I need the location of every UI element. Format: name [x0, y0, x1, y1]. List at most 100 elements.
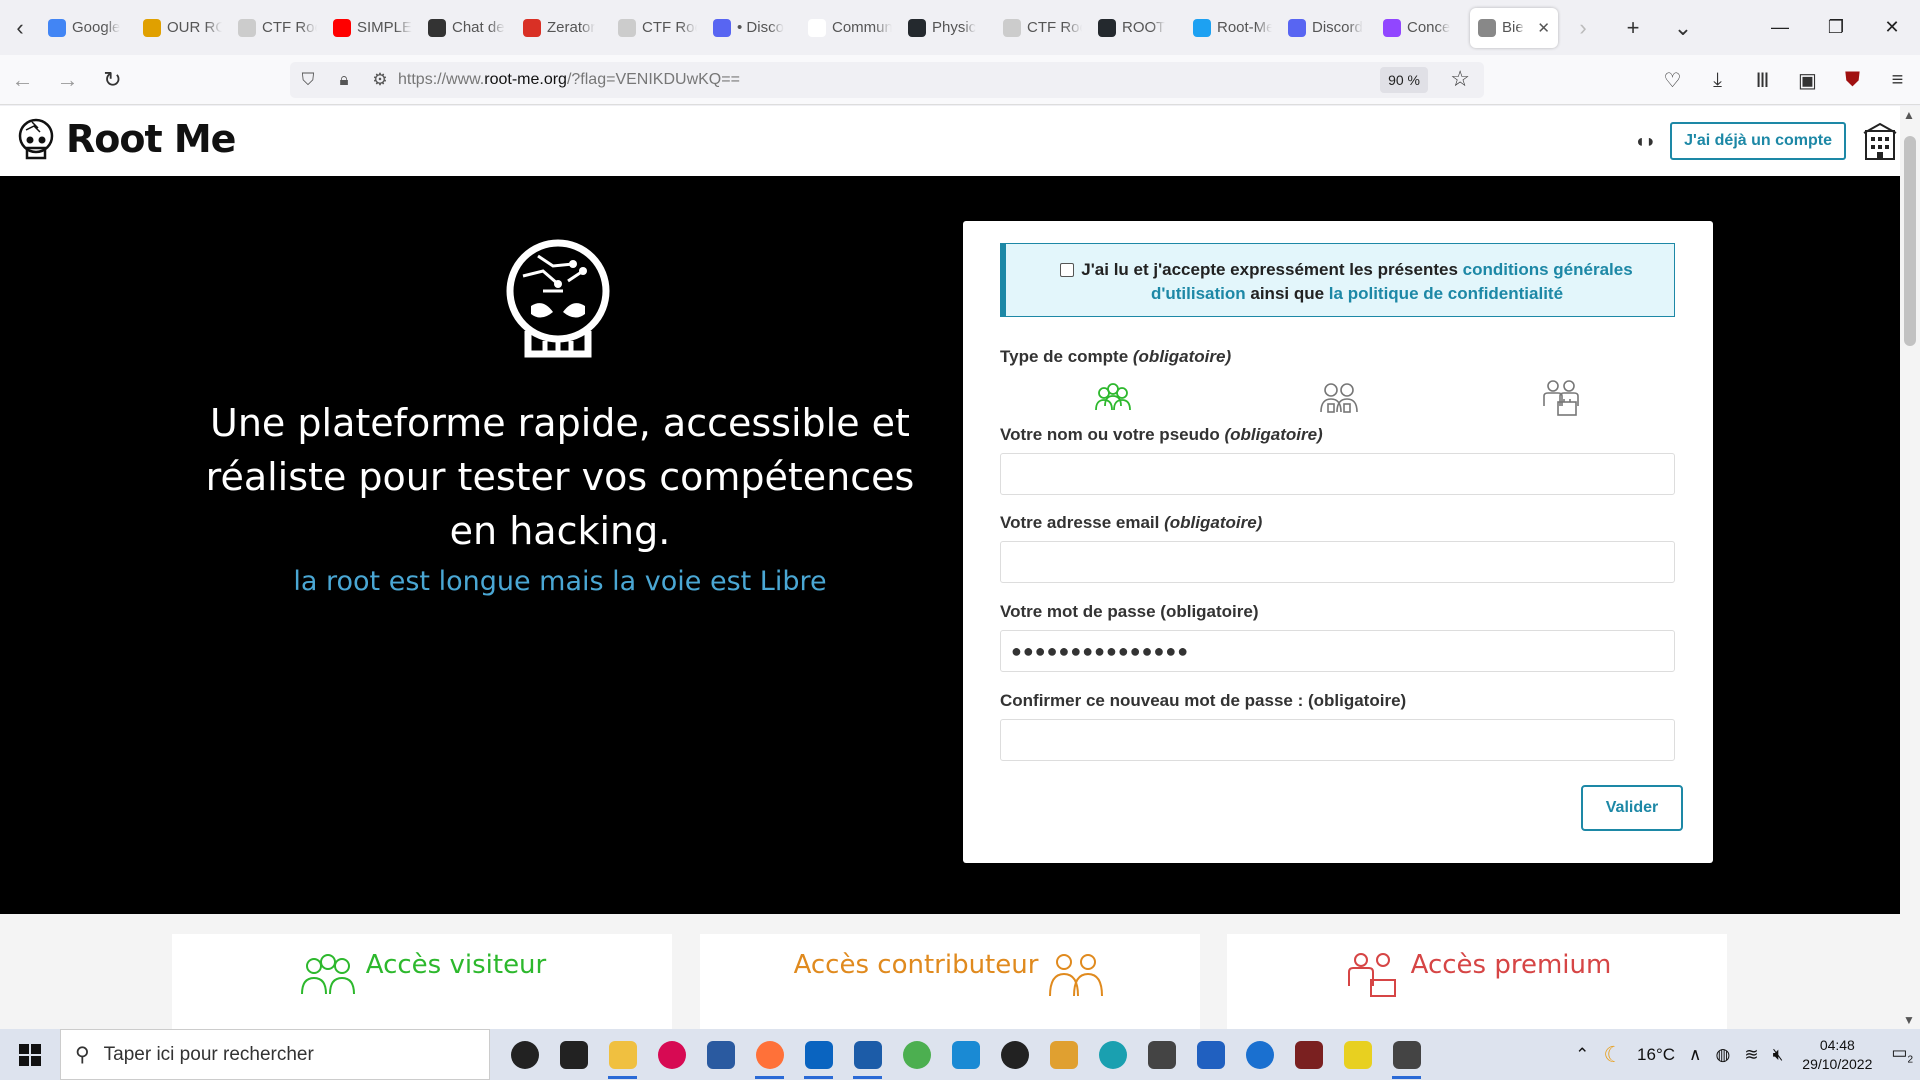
edge-icon[interactable]: [1088, 1029, 1137, 1080]
volume-muted-icon[interactable]: 🔇︎: [1766, 1045, 1791, 1065]
confirm-password-input[interactable]: [1000, 719, 1675, 761]
task-view-icon[interactable]: [549, 1029, 598, 1080]
visitor-access-card[interactable]: Accès visiteur: [172, 934, 672, 1029]
name-input[interactable]: [1000, 453, 1675, 495]
visitor-access-label: Accès visiteur: [365, 950, 547, 980]
scroll-down-icon[interactable]: ▼: [1903, 1013, 1915, 1027]
submit-button[interactable]: Valider: [1581, 785, 1683, 831]
sidebar-icon[interactable]: ▣: [1785, 68, 1830, 93]
site-logo[interactable]: Root Me: [16, 114, 236, 164]
chrome-icon[interactable]: [892, 1029, 941, 1080]
browser-tab[interactable]: Physic: [900, 8, 995, 48]
password-label: Votre mot de passe (obligatoire): [1000, 602, 1259, 621]
scrollbar-thumb[interactable]: [1904, 136, 1916, 346]
outlook-icon[interactable]: [794, 1029, 843, 1080]
browser-tab[interactable]: SIMPLE: [325, 8, 420, 48]
browser-tab[interactable]: OUR RO: [135, 8, 230, 48]
minimize-button[interactable]: —: [1752, 0, 1808, 55]
maps-icon[interactable]: [1235, 1029, 1284, 1080]
browser-tab[interactable]: Communit: [800, 8, 900, 48]
tab-scroll-right-icon[interactable]: ›: [1558, 0, 1608, 55]
cortana-glyph: [510, 1040, 539, 1069]
browser-tab[interactable]: Chat de: [420, 8, 515, 48]
email-input[interactable]: [1000, 541, 1675, 583]
browser-tab[interactable]: CTF Root: [995, 8, 1090, 48]
visitor-account-icon[interactable]: [1092, 376, 1134, 418]
page-scrollbar[interactable]: ▲ ▼: [1900, 106, 1920, 1029]
back-button[interactable]: ←: [0, 55, 45, 105]
browser-tab[interactable]: Bie ✕: [1470, 7, 1558, 48]
browser-tab[interactable]: CTF Root: [230, 8, 325, 48]
close-tab-icon[interactable]: ✕: [1537, 19, 1550, 37]
list-all-tabs-icon[interactable]: ⌄: [1658, 0, 1708, 55]
audio-app-icon[interactable]: [1284, 1029, 1333, 1080]
weather-moon-icon[interactable]: ☾: [1596, 1042, 1630, 1068]
linux-tux-icon[interactable]: [1039, 1029, 1088, 1080]
browser-tab[interactable]: Root-Me: [1185, 8, 1280, 48]
browser-tab[interactable]: Conce: [1375, 8, 1470, 48]
app-icon[interactable]: [990, 1029, 1039, 1080]
terms-checkbox[interactable]: [1060, 263, 1074, 277]
lock-icon[interactable]: 🔒︎: [326, 70, 362, 90]
browser-tab[interactable]: • Disco: [705, 8, 800, 48]
tab-favicon-icon: [1478, 18, 1496, 37]
navigation-toolbar: ← → ↻ ⛉ 🔒︎ ⚙︎ https://www.root-me.org/?f…: [0, 55, 1920, 105]
pocket-icon[interactable]: ♡: [1650, 68, 1695, 93]
new-tab-button[interactable]: +: [1608, 0, 1658, 55]
zoom-indicator[interactable]: 90 %: [1380, 67, 1428, 93]
browser-tab[interactable]: Google: [40, 8, 135, 48]
premium-access-card[interactable]: Accès premium: [1227, 934, 1727, 1029]
browser-tab[interactable]: CTF Root: [610, 8, 705, 48]
organization-building-icon[interactable]: [1860, 121, 1900, 161]
contributor-account-icon[interactable]: [1318, 376, 1360, 418]
vscode-icon[interactable]: [941, 1029, 990, 1080]
bookmark-star-icon[interactable]: ☆: [1450, 66, 1470, 92]
cortana-icon[interactable]: [500, 1029, 549, 1080]
player-icon[interactable]: [1333, 1029, 1382, 1080]
menu-icon[interactable]: ≡: [1875, 69, 1920, 92]
browser-tab[interactable]: Zerator: [515, 8, 610, 48]
tab-list-back-icon[interactable]: ‹: [0, 0, 40, 55]
close-window-button[interactable]: ✕: [1864, 0, 1920, 55]
debian-icon[interactable]: [647, 1029, 696, 1080]
wifi-icon[interactable]: ≋: [1737, 1045, 1765, 1065]
tab-title: CTF Root: [642, 19, 697, 36]
contributor-access-card[interactable]: Accès contributeur: [700, 934, 1200, 1029]
restore-button[interactable]: ❐: [1808, 0, 1864, 55]
permissions-icon[interactable]: ⚙︎: [362, 70, 398, 90]
binary-app-icon[interactable]: [1137, 1029, 1186, 1080]
notepad-icon[interactable]: [1382, 1029, 1431, 1080]
network-icon[interactable]: ◍: [1708, 1045, 1737, 1065]
start-button[interactable]: [0, 1029, 60, 1080]
show-hidden-icons-icon[interactable]: ∧: [1682, 1045, 1708, 1065]
forward-button[interactable]: →: [45, 55, 90, 105]
browser-tab[interactable]: Discord: [1280, 8, 1375, 48]
logo-text: Root Me: [66, 117, 236, 161]
address-bar[interactable]: ⛉ 🔒︎ ⚙︎ https://www.root-me.org/?flag=VE…: [290, 62, 1484, 98]
firefox-icon[interactable]: [745, 1029, 794, 1080]
url-text[interactable]: https://www.root-me.org/?flag=VENIKDUwKQ…: [398, 71, 740, 89]
downloads-icon[interactable]: ⤓: [1695, 69, 1740, 92]
tab-title: Discord: [1312, 19, 1363, 36]
library-icon[interactable]: Ⅲ: [1740, 68, 1785, 93]
tracking-protection-icon[interactable]: ⛉: [290, 70, 326, 90]
wireshark-icon[interactable]: [843, 1029, 892, 1080]
reload-button[interactable]: ↻: [90, 55, 135, 105]
toolbar-icons: ♡ ⤓ Ⅲ ▣ ⛊ ≡: [1650, 55, 1920, 105]
app-blue-icon[interactable]: [1186, 1029, 1235, 1080]
clock[interactable]: 04:48 29/10/2022: [1790, 1036, 1884, 1074]
privacy-policy-link[interactable]: la politique de confidentialité: [1329, 284, 1563, 303]
tray-overflow-icon[interactable]: ⌃: [1568, 1045, 1596, 1065]
file-explorer-icon[interactable]: [598, 1029, 647, 1080]
password-input[interactable]: ●●●●●●●●●●●●●●●: [1000, 630, 1675, 672]
existing-account-button[interactable]: J'ai déjà un compte: [1670, 122, 1846, 160]
powershell-icon[interactable]: [696, 1029, 745, 1080]
premium-account-icon[interactable]: [1540, 376, 1582, 418]
temperature[interactable]: 16°C: [1630, 1045, 1682, 1065]
ublock-extension-icon[interactable]: ⛊: [1830, 69, 1875, 92]
theme-toggle-icon[interactable]: ◖◗: [1634, 131, 1656, 152]
taskbar-search[interactable]: ⚲ Taper ici pour rechercher: [60, 1029, 490, 1080]
browser-tab[interactable]: ROOT: [1090, 8, 1185, 48]
scroll-up-icon[interactable]: ▲: [1903, 108, 1915, 122]
notifications-icon[interactable]: ▭2: [1884, 1043, 1920, 1065]
